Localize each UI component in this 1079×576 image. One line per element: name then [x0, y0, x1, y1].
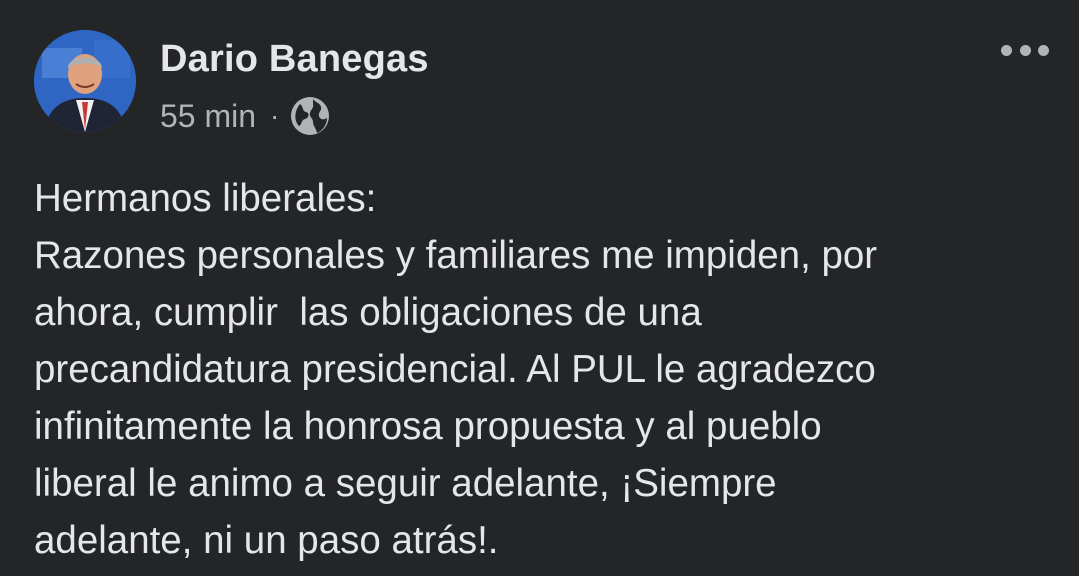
post-body: Hermanos liberales: Razones personales y… — [34, 170, 1054, 569]
post-body-line: Hermanos liberales: — [34, 177, 377, 220]
more-horizontal-icon — [1019, 44, 1031, 56]
post-body-line: adelante, ni un paso atrás!. — [34, 519, 499, 562]
post-body-line: Razones personales y familiares me impid… — [34, 234, 878, 277]
post-body-line: ahora, cumplir las obligaciones de una — [34, 291, 702, 334]
meta-separator: · — [270, 100, 280, 131]
post-timestamp[interactable]: 55 min — [160, 98, 256, 135]
post-body-line: precandidatura presidencial. Al PUL le a… — [34, 348, 876, 391]
more-horizontal-icon — [1038, 44, 1049, 56]
author-avatar[interactable] — [34, 30, 136, 132]
facebook-post: Dario Banegas 55 min · Hermanos liberale… — [0, 0, 1079, 576]
post-body-line: infinitamente la honrosa propuesta y al … — [34, 405, 822, 448]
post-body-line: liberal le animo a seguir adelante, ¡Sie… — [34, 462, 777, 505]
post-meta: 55 min · — [160, 94, 331, 138]
post-header: Dario Banegas 55 min · — [34, 30, 1054, 140]
globe-icon[interactable] — [289, 95, 331, 137]
more-horizontal-icon — [1001, 44, 1012, 56]
author-name[interactable]: Dario Banegas — [160, 38, 429, 81]
more-options-button[interactable] — [1001, 36, 1049, 64]
